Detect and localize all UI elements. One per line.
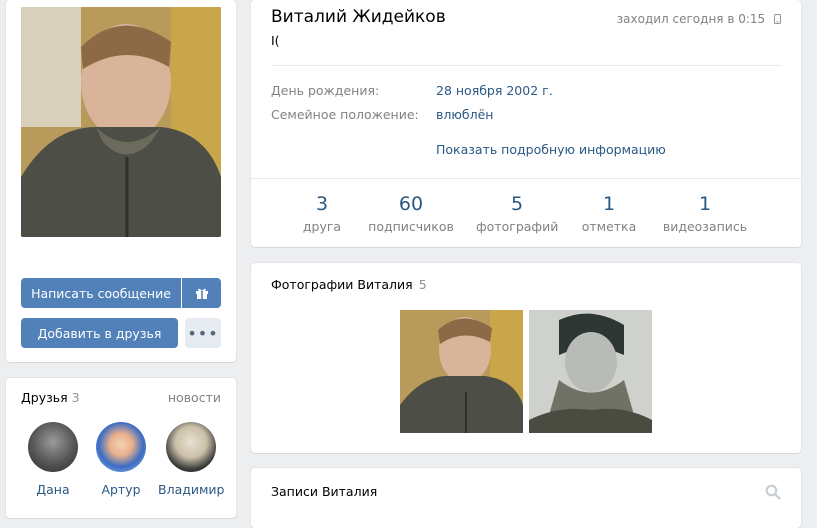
friends-title: Друзья <box>21 390 68 405</box>
photos-count: 5 <box>418 277 427 292</box>
birthday-value[interactable]: 28 ноября 2002 г. <box>436 83 553 98</box>
friends-header[interactable]: Друзья 3 <box>21 390 80 405</box>
friend-avatar <box>166 422 216 472</box>
photo-image <box>529 310 652 433</box>
counter-videos[interactable]: 1 видеозапись <box>659 193 751 234</box>
send-message-label: Написать сообщение <box>31 285 171 301</box>
divider <box>251 178 801 179</box>
photos-card: Фотографии Виталия 5 <box>251 263 801 453</box>
add-friend-button[interactable]: Добавить в друзья <box>21 318 178 348</box>
birthday-label: День рождения: <box>271 83 380 98</box>
counter-value: 1 <box>698 193 712 215</box>
counter-label: отметка <box>581 219 637 234</box>
profile-avatar[interactable] <box>21 7 221 237</box>
relationship-label: Семейное положение: <box>271 107 419 122</box>
counter-value: 5 <box>510 193 524 215</box>
photo-image <box>400 310 523 433</box>
friend-item-artur[interactable]: Артур <box>88 422 154 497</box>
counter-friends[interactable]: 3 друга <box>299 193 345 234</box>
send-message-button[interactable]: Написать сообщение <box>21 278 181 308</box>
photos-title: Фотографии Виталия <box>271 277 413 292</box>
profile-info-card: Виталий Жидейков I( заходил сегодня в 0:… <box>251 0 801 247</box>
friends-news-link[interactable]: новости <box>168 390 221 405</box>
friend-avatar <box>96 422 146 472</box>
counter-label: видеозапись <box>662 219 748 234</box>
friend-avatar <box>28 422 78 472</box>
send-gift-button[interactable] <box>182 278 221 308</box>
counter-value: 1 <box>602 193 616 215</box>
more-actions-button[interactable]: ••• <box>185 318 221 348</box>
counter-label: подписчиков <box>368 219 454 234</box>
counter-label: фотографий <box>476 219 559 234</box>
counter-value: 60 <box>398 193 424 215</box>
counter-photos[interactable]: 5 фотографий <box>476 193 558 234</box>
search-icon[interactable] <box>765 484 781 500</box>
gift-icon <box>195 288 208 299</box>
counter-label: друга <box>302 219 342 234</box>
add-friend-label: Добавить в друзья <box>37 325 162 341</box>
show-more-info-link[interactable]: Показать подробную информацию <box>436 142 666 157</box>
friends-count: 3 <box>71 390 80 405</box>
online-status: заходил сегодня в 0:15 <box>617 12 781 26</box>
friend-name: Артур <box>101 482 141 497</box>
counter-followers[interactable]: 60 подписчиков <box>366 193 456 234</box>
posts-title: Записи Виталия <box>271 484 378 499</box>
online-status-text: заходил сегодня в 0:15 <box>616 12 766 26</box>
friend-name: Дана <box>36 482 70 497</box>
profile-name: Виталий Жидейков <box>271 7 446 27</box>
relationship-value[interactable]: влюблён <box>436 107 493 122</box>
divider <box>271 65 781 66</box>
photos-header[interactable]: Фотографии Виталия 5 <box>271 277 427 292</box>
more-dots-icon: ••• <box>187 323 219 343</box>
profile-avatar-card: Написать сообщение Добавить в друзья ••• <box>6 0 236 362</box>
friends-card: Друзья 3 новости Дана Артур Владимир <box>6 378 236 518</box>
photo-thumbnail[interactable] <box>400 310 523 433</box>
posts-card: Записи Виталия <box>251 468 801 528</box>
photo-thumbnail[interactable] <box>529 310 652 433</box>
profile-status: I( <box>271 33 280 48</box>
friend-item-vladimir[interactable]: Владимир <box>158 422 224 497</box>
avatar-photo <box>21 7 221 237</box>
friend-name: Владимир <box>158 482 225 497</box>
counter-value: 3 <box>315 193 329 215</box>
friend-item-dana[interactable]: Дана <box>20 422 86 497</box>
counter-tags[interactable]: 1 отметка <box>576 193 642 234</box>
mobile-phone-icon <box>774 14 781 24</box>
